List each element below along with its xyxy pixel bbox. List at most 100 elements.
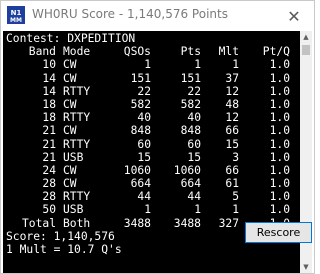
total-mode: Both bbox=[63, 216, 91, 230]
ptq-cell: 1.0 bbox=[269, 137, 290, 151]
header-mode: Mode bbox=[63, 45, 91, 59]
header-ptq: Pt/Q bbox=[262, 45, 290, 59]
ptq-cell: 1.0 bbox=[269, 111, 290, 125]
table-row: 18 RTTY 40 40 12 1.0 bbox=[6, 111, 290, 124]
band-cell: 50 bbox=[42, 203, 56, 217]
band-cell: 10 bbox=[42, 58, 56, 72]
ptq-cell: 1.0 bbox=[269, 150, 290, 164]
title-bar[interactable]: N1 MM WH0RU Score - 1,140,576 Points ✕ bbox=[1, 1, 314, 31]
pts-cell: 40 bbox=[187, 111, 201, 125]
mode-cell: CW bbox=[63, 97, 77, 111]
band-cell: 21 bbox=[42, 150, 56, 164]
total-mlt: 327 bbox=[218, 216, 239, 230]
mode-cell: CW bbox=[63, 177, 77, 191]
pts-cell: 1 bbox=[194, 203, 201, 217]
band-cell: 21 bbox=[42, 137, 56, 151]
ptq-cell: 1.0 bbox=[269, 84, 290, 98]
score-window: N1 MM WH0RU Score - 1,140,576 Points ✕ C… bbox=[0, 0, 315, 274]
rescore-button[interactable]: Rescore bbox=[245, 222, 312, 243]
qsos-cell: 40 bbox=[137, 111, 151, 125]
mode-cell: CW bbox=[63, 58, 77, 72]
ptq-cell: 1.0 bbox=[269, 177, 290, 191]
qsos-cell: 60 bbox=[137, 137, 151, 151]
mult-line: 1 Mult = 10.7 Q's bbox=[6, 243, 122, 256]
mlt-cell: 1 bbox=[232, 58, 239, 72]
mlt-cell: 1 bbox=[232, 203, 239, 217]
table-row: 14 RTTY 22 22 12 1.0 bbox=[6, 85, 290, 98]
qsos-cell: 22 bbox=[137, 84, 151, 98]
qsos-cell: 1 bbox=[144, 203, 151, 217]
pts-cell: 664 bbox=[180, 177, 201, 191]
table-row: 18 CW 582 582 48 1.0 bbox=[6, 98, 290, 111]
pts-cell: 1 bbox=[194, 58, 201, 72]
mode-cell: CW bbox=[63, 124, 77, 138]
ptq-cell: 1.0 bbox=[269, 203, 290, 217]
band-cell: 21 bbox=[42, 124, 56, 138]
mode-cell: RTTY bbox=[63, 190, 91, 204]
mlt-cell: 66 bbox=[225, 163, 239, 177]
mlt-cell: 66 bbox=[225, 124, 239, 138]
table-row: 21 CW 848 848 66 1.0 bbox=[6, 124, 290, 137]
band-cell: 14 bbox=[42, 84, 56, 98]
ptq-cell: 1.0 bbox=[269, 58, 290, 72]
ptq-cell: 1.0 bbox=[269, 97, 290, 111]
window-title: WH0RU Score - 1,140,576 Points bbox=[32, 7, 228, 21]
pts-cell: 582 bbox=[180, 97, 201, 111]
scroll-down-arrow-icon[interactable]: ▼ bbox=[300, 261, 312, 273]
ptq-cell: 1.0 bbox=[269, 190, 290, 204]
mlt-cell: 12 bbox=[225, 111, 239, 125]
header-band: Band bbox=[28, 45, 56, 59]
pts-cell: 44 bbox=[187, 190, 201, 204]
pts-cell: 848 bbox=[180, 124, 201, 138]
pts-cell: 60 bbox=[187, 137, 201, 151]
mlt-cell: 48 bbox=[225, 97, 239, 111]
mode-cell: RTTY bbox=[63, 137, 91, 151]
mode-cell: RTTY bbox=[63, 111, 91, 125]
band-cell: 28 bbox=[42, 177, 56, 191]
qsos-cell: 1060 bbox=[123, 163, 151, 177]
close-icon: ✕ bbox=[287, 6, 301, 26]
pts-cell: 151 bbox=[180, 71, 201, 85]
total-qsos: 3488 bbox=[123, 216, 151, 230]
band-cell: 18 bbox=[42, 97, 56, 111]
header-pts: Pts bbox=[180, 45, 201, 59]
table-row: 10 CW 1 1 1 1.0 bbox=[6, 58, 290, 71]
table-row: 14 CW 151 151 37 1.0 bbox=[6, 72, 290, 85]
table-row: 21 USB 15 15 3 1.0 bbox=[6, 151, 290, 164]
table-row: 21 RTTY 60 60 15 1.0 bbox=[6, 138, 290, 151]
mode-cell: USB bbox=[63, 203, 84, 217]
qsos-cell: 848 bbox=[130, 124, 151, 138]
mlt-cell: 37 bbox=[225, 71, 239, 85]
mlt-cell: 5 bbox=[232, 190, 239, 204]
total-band: Total bbox=[21, 216, 56, 230]
table-row: 28 RTTY 44 44 5 1.0 bbox=[6, 190, 290, 203]
ptq-cell: 1.0 bbox=[269, 124, 290, 138]
band-cell: 28 bbox=[42, 190, 56, 204]
close-button[interactable]: ✕ bbox=[274, 1, 314, 31]
mlt-cell: 61 bbox=[225, 177, 239, 191]
mode-cell: CW bbox=[63, 163, 77, 177]
n1mm-logo-icon: N1 MM bbox=[7, 6, 25, 24]
mode-cell: CW bbox=[63, 71, 77, 85]
band-cell: 24 bbox=[42, 163, 56, 177]
scroll-up-arrow-icon[interactable]: ▲ bbox=[300, 31, 312, 43]
table-header: Band Mode QSOs Pts Mlt Pt/Q bbox=[6, 45, 290, 58]
ptq-cell: 1.0 bbox=[269, 163, 290, 177]
ptq-cell: 1.0 bbox=[269, 71, 290, 85]
header-mlt: Mlt bbox=[218, 45, 239, 59]
svg-text:N1: N1 bbox=[11, 9, 22, 17]
scroll-thumb[interactable] bbox=[302, 45, 310, 55]
qsos-cell: 582 bbox=[130, 97, 151, 111]
qsos-cell: 44 bbox=[137, 190, 151, 204]
qsos-cell: 664 bbox=[130, 177, 151, 191]
pts-cell: 15 bbox=[187, 150, 201, 164]
qsos-cell: 151 bbox=[130, 71, 151, 85]
contest-line: Contest: DXPEDITION bbox=[6, 32, 136, 45]
mode-cell: USB bbox=[63, 150, 84, 164]
table-row: 24 CW 1060 1060 66 1.0 bbox=[6, 164, 290, 177]
total-pts: 3488 bbox=[173, 216, 201, 230]
mode-cell: RTTY bbox=[63, 84, 91, 98]
table-row: 28 CW 664 664 61 1.0 bbox=[6, 177, 290, 190]
mlt-cell: 3 bbox=[232, 150, 239, 164]
band-cell: 18 bbox=[42, 111, 56, 125]
